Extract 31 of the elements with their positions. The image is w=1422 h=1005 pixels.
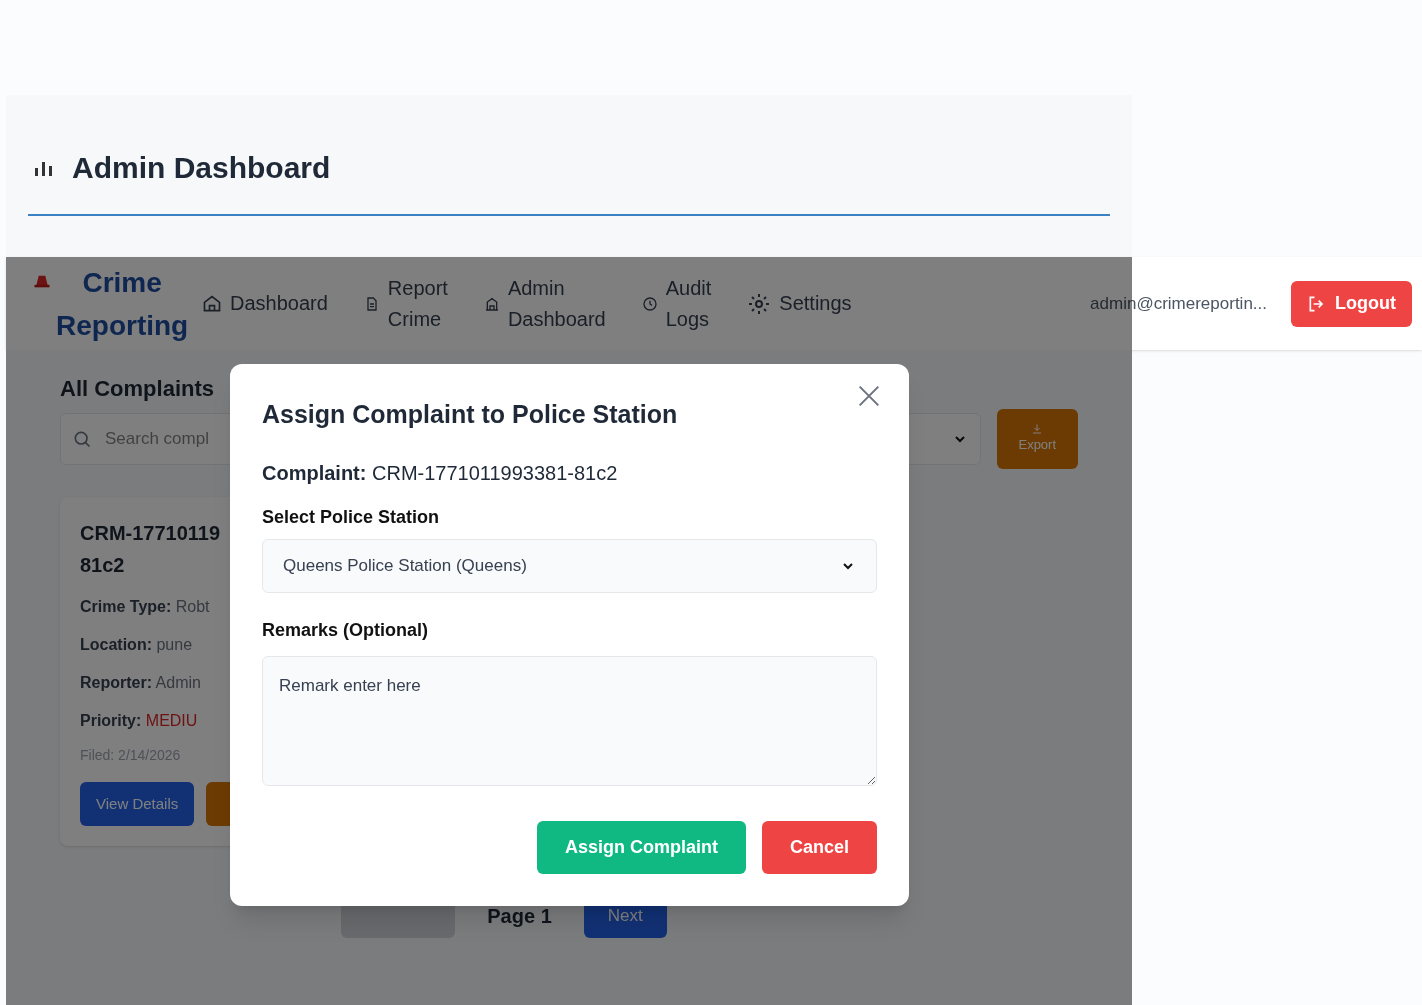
- home-icon: [202, 293, 222, 314]
- view-details-button[interactable]: View Details: [80, 782, 195, 826]
- field-label: Select Police Station: [262, 505, 441, 529]
- nav-link[interactable]: Audit Logs: [641, 272, 712, 335]
- complaint-field: Location: pune: [80, 633, 193, 657]
- field-label: Remarks (Optional): [262, 618, 430, 642]
- nav-link[interactable]: Settings: [747, 288, 852, 319]
- search-icon: [72, 429, 92, 449]
- complaint-id: CRM-17710119 81c2: [80, 521, 221, 578]
- dialog-title: Assign Complaint to Police Station: [262, 399, 678, 430]
- settings-icon: [747, 291, 772, 316]
- remarks-field[interactable]: Remark enter here: [262, 655, 877, 786]
- complaint-reference: Complaint: CRM-1771011993381-81c2: [262, 460, 619, 486]
- assign-button[interactable]: Assign Complaint: [536, 820, 746, 874]
- building-icon: [483, 295, 500, 312]
- logout-button[interactable]: Logout: [1291, 280, 1412, 327]
- nav-link[interactable]: Admin Dashboard: [483, 272, 606, 335]
- complaint-field: Reporter: Admin: [80, 671, 201, 695]
- download-icon: [1031, 423, 1044, 436]
- page-indicator: Page 1: [487, 904, 552, 929]
- complaint-field: Priority: MEDIU: [80, 709, 198, 733]
- brand-name: Crime Reporting: [56, 265, 189, 343]
- station-select[interactable]: Queens Police Station (Queens): [262, 538, 877, 593]
- section-title: All Complaints: [60, 375, 214, 403]
- cancel-button[interactable]: Cancel: [761, 820, 877, 874]
- page-title: Admin Dashboard: [72, 150, 331, 186]
- export-button[interactable]: Export: [996, 409, 1078, 469]
- nav-link[interactable]: Report Crime: [363, 272, 448, 335]
- clock-icon: [641, 295, 658, 312]
- nav-link[interactable]: Dashboard: [202, 288, 328, 319]
- complaint-field: Crime Type: Robt: [80, 595, 210, 619]
